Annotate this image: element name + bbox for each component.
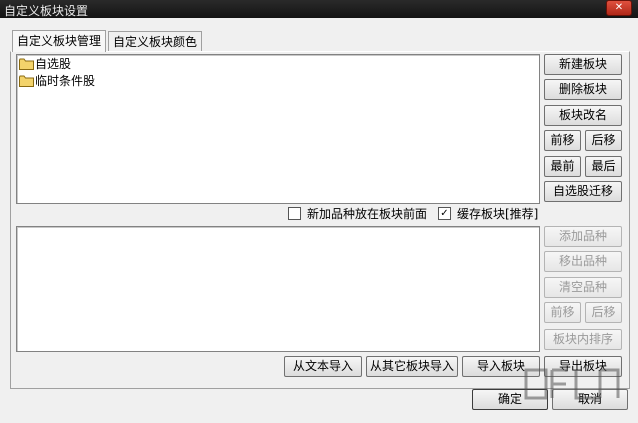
move-back-button[interactable]: 后移 xyxy=(585,130,622,151)
rename-block-button[interactable]: 板块改名 xyxy=(544,105,622,126)
window-title: 自定义板块设置 xyxy=(4,4,89,18)
item-list[interactable] xyxy=(16,226,540,352)
list-item[interactable]: 临时条件股 xyxy=(19,73,95,89)
checkbox-label: 缓存板块[推荐] xyxy=(457,207,539,221)
delete-block-button[interactable]: 删除板块 xyxy=(544,79,622,100)
item-move-forward-button[interactable]: 前移 xyxy=(544,302,581,323)
new-block-button[interactable]: 新建板块 xyxy=(544,54,622,75)
move-first-button[interactable]: 最前 xyxy=(544,156,581,177)
new-items-front-checkbox[interactable]: 新加品种放在板块前面 xyxy=(288,206,427,222)
folder-icon xyxy=(19,58,34,70)
block-list[interactable]: 自选股 临时条件股 xyxy=(16,54,540,204)
watermark-logo xyxy=(524,368,620,400)
import-from-text-button[interactable]: 从文本导入 xyxy=(284,356,362,377)
cache-block-checkbox[interactable]: ✓ 缓存板块[推荐] xyxy=(438,206,538,222)
sort-in-block-button[interactable]: 板块内排序 xyxy=(544,329,622,350)
move-last-button[interactable]: 最后 xyxy=(585,156,622,177)
tab-block-color[interactable]: 自定义板块颜色 xyxy=(108,31,203,52)
block-label: 自选股 xyxy=(35,57,72,71)
clear-items-button[interactable]: 清空品种 xyxy=(544,277,622,298)
remove-item-button[interactable]: 移出品种 xyxy=(544,251,622,272)
close-button[interactable]: ✕ xyxy=(606,0,632,16)
add-item-button[interactable]: 添加品种 xyxy=(544,226,622,247)
folder-icon xyxy=(19,75,34,87)
block-label: 临时条件股 xyxy=(35,74,96,88)
item-move-back-button[interactable]: 后移 xyxy=(585,302,622,323)
checkbox-box-checked[interactable]: ✓ xyxy=(438,207,451,220)
migrate-watchlist-button[interactable]: 自选股迁移 xyxy=(544,181,622,202)
checkbox-label: 新加品种放在板块前面 xyxy=(307,207,428,221)
move-forward-button[interactable]: 前移 xyxy=(544,130,581,151)
tab-block-management[interactable]: 自定义板块管理 xyxy=(12,30,107,52)
list-item[interactable]: 自选股 xyxy=(19,56,71,72)
title-bar: 自定义板块设置 ✕ xyxy=(0,0,638,18)
checkbox-box[interactable] xyxy=(288,207,301,220)
import-from-other-block-button[interactable]: 从其它板块导入 xyxy=(366,356,458,377)
